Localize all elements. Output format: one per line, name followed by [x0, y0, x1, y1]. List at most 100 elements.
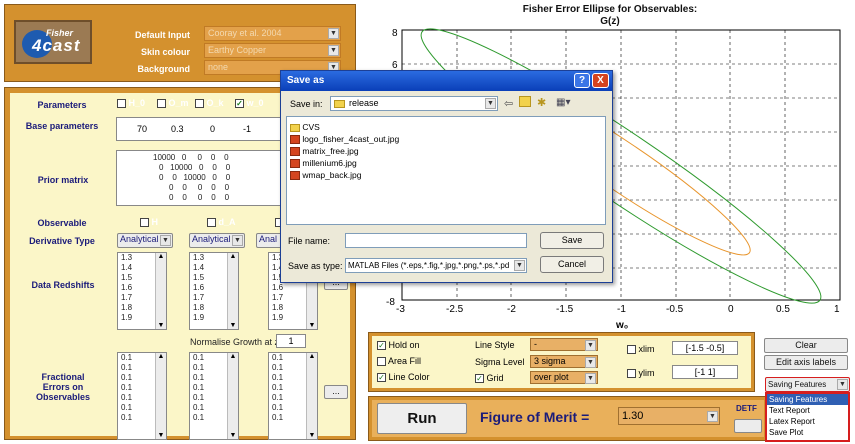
scrollbar[interactable]: ▲▼ [155, 353, 166, 439]
derivative-value: Analytical [192, 234, 231, 244]
detf-button[interactable] [734, 419, 762, 433]
prior-row: 10000 0 0 0 0 [153, 153, 229, 162]
scrollbar[interactable]: ▲▼ [155, 253, 166, 329]
area-fill-checkbox[interactable]: Area Fill [377, 356, 421, 367]
save-in-select[interactable]: release ▼ [330, 96, 498, 111]
scrollbar[interactable]: ▲▼ [306, 353, 317, 439]
normalise-growth-input[interactable]: 1 [276, 334, 306, 348]
prior-row: 0 0 0 0 0 [169, 193, 230, 202]
file-name-input[interactable] [345, 233, 527, 248]
background-label: Background [137, 64, 190, 74]
derivative-select-2[interactable]: Analytical ▼ [189, 233, 245, 248]
fractional-list-3[interactable]: 0.1 0.1 0.1 0.1 0.1 0.1 0.1 ▲ ▼ [268, 352, 318, 440]
back-icon[interactable]: ⇦ [504, 97, 513, 110]
hold-on-checkbox[interactable]: ✓ Hold on [377, 340, 420, 351]
data-redshifts-label: Data Redshifts [31, 280, 95, 290]
figure-of-merit-select[interactable]: 1.30 ▼ [618, 407, 720, 425]
checkbox-om[interactable]: O_m [157, 98, 189, 109]
xlim-input[interactable]: [-1.5 -0.5] [672, 341, 738, 355]
observable-label: Observable [37, 218, 87, 228]
save-type-select[interactable]: MATLAB Files (*.eps,*.fig,*.jpg,*.png,*.… [345, 258, 527, 273]
derivative-select-1[interactable]: Analytical ▼ [117, 233, 173, 248]
run-button[interactable]: Run [377, 403, 467, 434]
saving-option[interactable]: Text Report [767, 405, 848, 416]
file-name: wmap_back.jpg [302, 170, 362, 180]
line-color-checkbox[interactable]: ✓ Line Color [377, 372, 430, 383]
fractional-list-1[interactable]: 0.1 0.1 0.1 0.1 0.1 0.1 0.1 ▲ ▼ [117, 352, 167, 440]
line-color-label: Line Color [388, 372, 430, 382]
scrollbar[interactable]: ▲▼ [227, 353, 238, 439]
saving-features-select[interactable]: Saving Features ▼ [765, 377, 850, 392]
close-button[interactable]: X [592, 73, 609, 88]
save-button[interactable]: Save [540, 232, 604, 249]
save-type-value: MATLAB Files (*.eps,*.fig,*.jpg,*.png,*.… [348, 261, 510, 270]
base-value-ok: 0 [210, 124, 216, 134]
observable-da[interactable]: d_A [207, 217, 236, 228]
help-button[interactable]: ? [574, 73, 590, 88]
line-style-value: - [534, 339, 537, 349]
list-item[interactable]: logo_fisher_4cast_out.jpg [290, 134, 399, 145]
edit-axis-labels-button[interactable]: Edit axis labels [764, 355, 848, 370]
clear-button[interactable]: Clear [764, 338, 848, 353]
normalise-growth-label: Normalise Growth at z = [190, 337, 287, 347]
list-item[interactable]: matrix_free.jpg [290, 146, 359, 157]
cancel-button[interactable]: Cancel [540, 256, 604, 273]
chevron-down-icon: ▼ [837, 379, 848, 390]
line-style-select[interactable]: - ▼ [530, 338, 598, 351]
saving-option[interactable]: Saving Features [767, 394, 848, 405]
chevron-down-icon: ▼ [707, 411, 718, 422]
redshift-list-2[interactable]: 1.3 1.4 1.5 1.6 1.7 1.8 1.9 ▲ ▼ [189, 252, 239, 330]
y-tick: 8 [392, 28, 398, 39]
saving-selected-value: Saving Features [768, 380, 827, 389]
prior-row: 0 10000 0 0 0 [159, 163, 231, 172]
observable-h[interactable]: H [140, 217, 158, 228]
fractional-list-2[interactable]: 0.1 0.1 0.1 0.1 0.1 0.1 0.1 ▲ ▼ [189, 352, 239, 440]
list-item[interactable]: wmap_back.jpg [290, 170, 362, 181]
chevron-down-icon: ▼ [328, 45, 339, 56]
saving-option[interactable]: Save Plot [767, 427, 848, 438]
ylim-checkbox[interactable]: ylim [627, 368, 655, 379]
xlim-checkbox[interactable]: xlim [627, 344, 655, 355]
saving-option[interactable]: Latex Report [767, 416, 848, 427]
list-item[interactable]: millenium6.jpg [290, 158, 357, 169]
line-style-label: Line Style [475, 340, 515, 350]
default-input-select[interactable]: Cooray et al. 2004 ▼ [204, 26, 341, 41]
checkbox-ok[interactable]: O_k [195, 98, 224, 109]
checkbox-w0[interactable]: ✓ w_0 [235, 98, 264, 109]
derivative-value: Anal [259, 234, 278, 244]
scrollbar[interactable]: ▲▼ [227, 253, 238, 329]
view-menu-icon[interactable]: ▦▾ [556, 97, 570, 108]
prior-matrix-field[interactable]: 10000 0 0 0 0 0 10000 0 0 0 0 0 10000 0 … [116, 150, 286, 206]
folder-icon [290, 123, 300, 132]
ylim-input[interactable]: [-1 1] [672, 365, 738, 379]
logo: Fisher 4cast [14, 20, 92, 64]
file-name-label: File name: [288, 236, 331, 246]
xlim-label: xlim [638, 344, 655, 354]
image-file-icon [290, 135, 300, 145]
base-value-w0: -1 [243, 124, 252, 134]
up-folder-icon[interactable] [519, 96, 531, 107]
sigma-level-select[interactable]: 3 sigma ▼ [530, 355, 598, 368]
checkbox-h0[interactable]: H_0 [117, 98, 145, 109]
fractional-more-button[interactable]: ... [324, 385, 348, 399]
dialog-titlebar[interactable]: Save as ? X [281, 71, 612, 91]
grid-checkbox[interactable]: ✓ Grid [475, 373, 504, 384]
saving-features-list: Saving Features Text Report Latex Report… [765, 392, 850, 442]
file-name: matrix_free.jpg [302, 146, 359, 156]
base-value-om: 0.3 [171, 124, 184, 134]
list-item[interactable]: CVS [290, 122, 320, 132]
base-parameters-field[interactable]: 70 0.3 0 -1 [116, 117, 286, 141]
file-list[interactable]: CVS logo_fisher_4cast_out.jpg matrix_fre… [286, 116, 606, 225]
grid-value: over plot [534, 372, 569, 382]
fractional-errors-label: Fractional Errors on Observables [35, 372, 91, 402]
image-file-icon [290, 159, 300, 169]
redshift-list-1[interactable]: 1.3 1.4 1.5 1.6 1.7 1.8 1.9 ▲ ▼ [117, 252, 167, 330]
new-folder-icon[interactable]: ✱ [537, 96, 546, 109]
folder-icon [334, 100, 345, 108]
x-tick: -3 [396, 304, 405, 315]
skin-colour-label: Skin colour [140, 47, 190, 57]
skin-colour-select[interactable]: Earthy Copper ▼ [204, 43, 341, 58]
save-type-label: Save as type: [288, 261, 343, 271]
figure-of-merit-value: 1.30 [622, 410, 644, 422]
grid-select[interactable]: over plot ▼ [530, 371, 598, 384]
